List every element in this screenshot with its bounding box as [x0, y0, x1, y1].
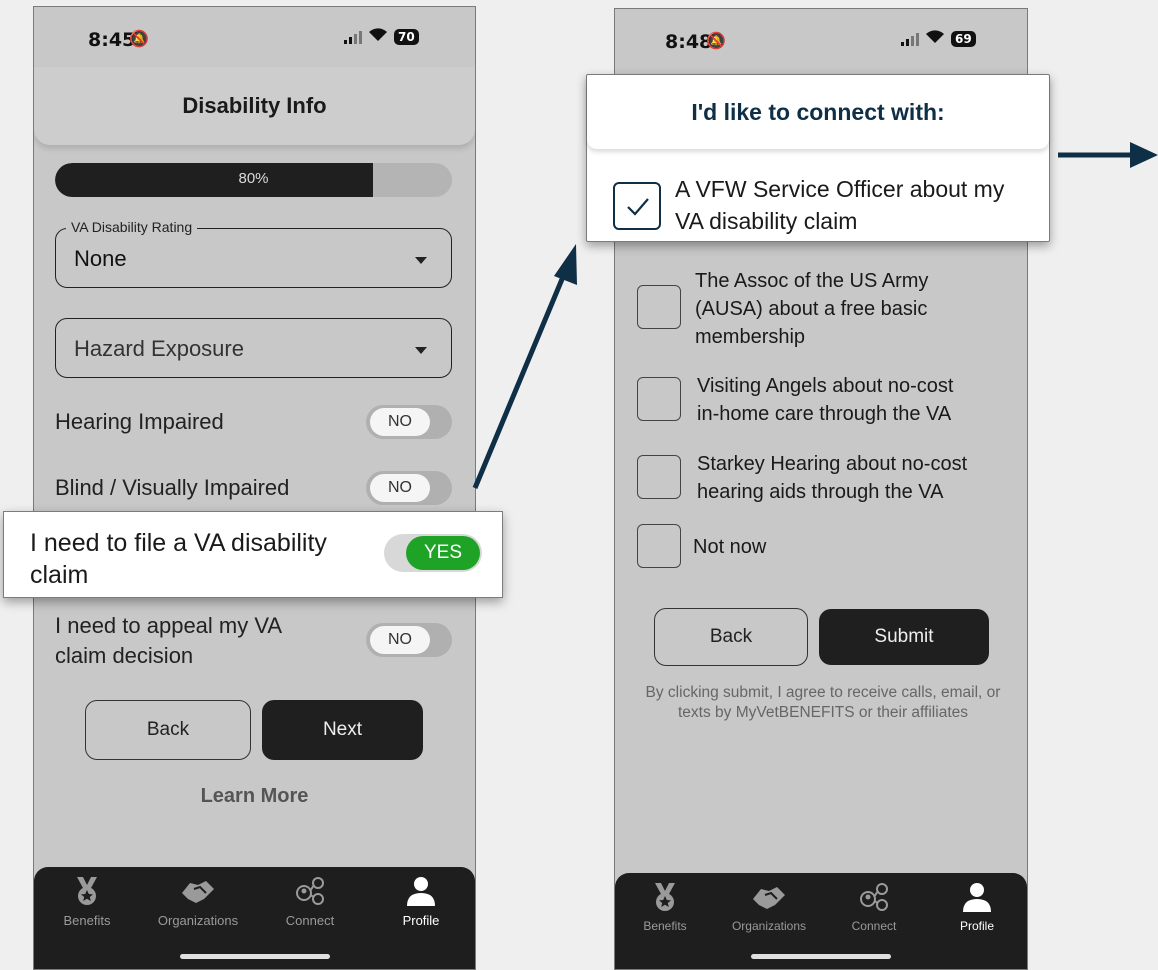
diagonal-arrow — [472, 244, 577, 489]
right-arrow — [1058, 142, 1158, 168]
annotation-arrows — [472, 142, 1158, 489]
